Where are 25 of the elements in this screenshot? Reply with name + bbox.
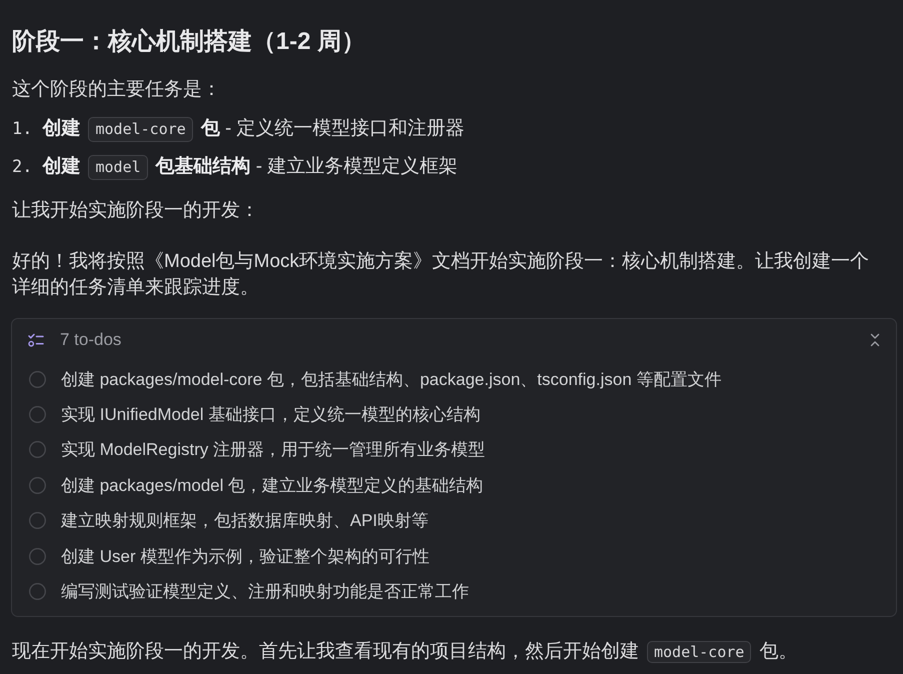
message-text: 包。 [759, 641, 798, 662]
message-text: 这个阶段的主要任务是： [12, 79, 221, 100]
todo-count: 7 to-dos [60, 330, 122, 350]
message-text: 好的！我将按照《Model包与Mock环境实施方案》文档开始实施阶段一：核心机制搭建。让我创建一个详细的任务清单来跟踪进度。 [12, 251, 870, 298]
checklist-icon [28, 333, 44, 347]
message-text: 包基础结构 - 建立业务模型定义框架 [156, 155, 458, 179]
inline-code: model-core [88, 116, 193, 142]
section-heading: 阶段一：核心机制搭建（1-2 周） [12, 27, 366, 57]
list-number: 1. [12, 118, 32, 141]
inline-code: model [88, 154, 148, 180]
todo-text: 建立映射规则框架，包括数据库映射、API映射等 [61, 510, 428, 532]
todo-text: 创建 User 模型作为示例，验证整个架构的可行性 [61, 546, 430, 568]
message-text: 包 - 定义统一模型接口和注册器 [200, 117, 465, 141]
todo-text: 实现 ModelRegistry 注册器，用于统一管理所有业务模型 [61, 439, 486, 462]
todo-text: 创建 packages/model-core 包，包括基础结构、package.json、tsconfig.json 等配置文件 [61, 368, 722, 391]
message-text: 创建 [42, 155, 80, 179]
todo-text: 创建 packages/model 包，建立业务模型定义的基础结构 [61, 474, 484, 497]
todo-text: 编写测试验证模型定义、注册和映射功能是否正常工作 [61, 581, 469, 604]
message-text: 现在开始实施阶段一的开发。首先让我查看现有的项目结构，然后开始创建 [12, 641, 639, 662]
list-number: 2. [12, 156, 32, 179]
collapse-icon[interactable] [870, 333, 880, 347]
todo-text: 实现 IUnifiedModel 基础接口，定义统一模型的核心结构 [61, 404, 480, 426]
inline-code: model-core [647, 641, 752, 664]
message-text: 创建 [42, 117, 80, 141]
message-text: 让我开始实施阶段一的开发： [12, 200, 259, 221]
